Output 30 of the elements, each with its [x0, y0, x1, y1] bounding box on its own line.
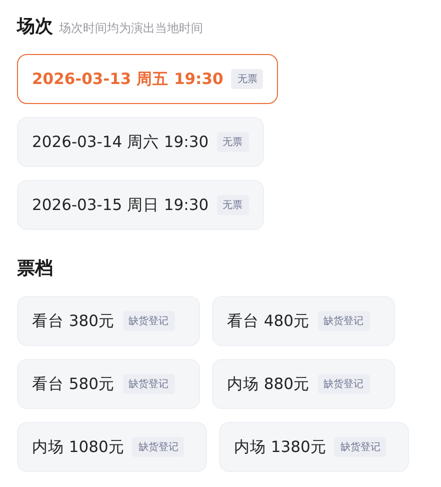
- session-label: 2026-03-15 周日 19:30: [32, 194, 209, 216]
- price-option[interactable]: 内场 1380元 缺货登记: [219, 422, 409, 472]
- status-badge: 无票: [216, 132, 249, 152]
- session-option[interactable]: 2026-03-15 周日 19:30 无票: [17, 180, 264, 230]
- status-badge: 缺货登记: [318, 311, 370, 331]
- price-label: 看台 380元: [32, 310, 115, 332]
- status-badge: 缺货登记: [334, 437, 386, 457]
- price-label: 内场 880元: [227, 374, 310, 394]
- session-option[interactable]: 2026-03-14 周六 19:30 无票: [17, 117, 264, 167]
- section-note: 场次时间均为演出当地时间: [59, 20, 203, 37]
- session-label: 2026-03-14 周六 19:30: [32, 132, 209, 152]
- price-option[interactable]: 内场 1080元 缺货登记: [17, 422, 207, 472]
- price-option[interactable]: 看台 580元 缺货登记: [17, 359, 200, 409]
- price-option[interactable]: 看台 480元 缺货登记: [212, 296, 395, 346]
- status-badge: 缺货登记: [122, 374, 175, 394]
- session-option[interactable]: 2026-03-13 周五 19:30 无票: [17, 54, 278, 104]
- status-badge: 无票: [231, 69, 264, 89]
- status-badge: 缺货登记: [122, 311, 175, 331]
- price-label: 内场 1380元: [234, 436, 326, 458]
- section-title: 场次: [17, 15, 53, 38]
- session-label: 2026-03-13 周五 19:30: [32, 68, 224, 90]
- price-option[interactable]: 看台 380元 缺货登记: [17, 296, 200, 346]
- price-label: 看台 580元: [32, 374, 115, 394]
- price-label: 看台 480元: [227, 310, 310, 332]
- status-badge: 无票: [216, 195, 249, 215]
- status-badge: 缺货登记: [318, 374, 370, 394]
- price-option[interactable]: 内场 880元 缺货登记: [212, 359, 395, 409]
- section-title: 票档: [17, 257, 53, 280]
- status-badge: 缺货登记: [132, 437, 184, 457]
- price-label: 内场 1080元: [32, 436, 124, 458]
